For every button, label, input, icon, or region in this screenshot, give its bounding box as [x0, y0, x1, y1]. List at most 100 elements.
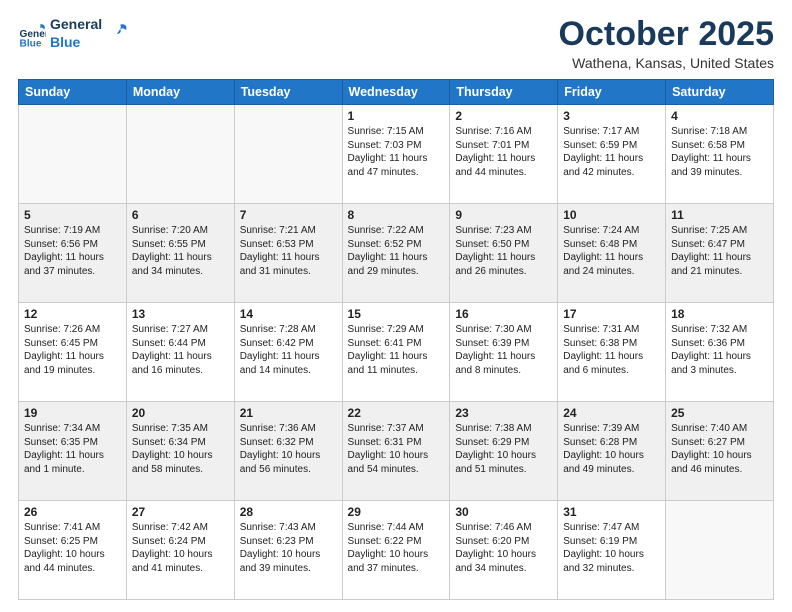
logo-icon: General Blue	[18, 20, 46, 48]
calendar-table: Sunday Monday Tuesday Wednesday Thursday…	[18, 79, 774, 600]
table-row: 25Sunrise: 7:40 AM Sunset: 6:27 PM Dayli…	[666, 402, 774, 501]
table-row: 22 Sunrise: 7:37 AM Sunset: 6:31 PM Dayli…	[342, 402, 450, 501]
day-info: Sunrise: 7:39 AM Sunset: 6:28 PM Dayligh…	[563, 422, 660, 476]
month-title: October 2025	[559, 16, 774, 53]
table-row: 14 Sunrise: 7:28 AM Sunset: 6:42 PM Dayli…	[234, 303, 342, 402]
table-row: 19 Sunrise: 7:34 AM Sunset: 6:35 PM Dayli…	[19, 402, 127, 501]
day-number: 21	[240, 406, 337, 420]
logo: General Blue General Blue	[18, 16, 130, 51]
day-number: 17	[563, 307, 660, 321]
day-info: Sunrise: 7:31 AM Sunset: 6:38 PM Dayligh…	[563, 323, 660, 377]
table-row: 1 Sunrise: 7:15 AM Sunset: 7:03 PM Daylig…	[342, 105, 450, 204]
day-number: 29	[348, 505, 445, 519]
day-number: 12	[24, 307, 121, 321]
table-row: 31 Sunrise: 7:47 AM Sunset: 6:19 PM Dayli…	[558, 501, 666, 600]
day-number: 24	[563, 406, 660, 420]
table-row: 29 Sunrise: 7:44 AM Sunset: 6:22 PM Dayli…	[342, 501, 450, 600]
day-info: Sunrise: 7:23 AM Sunset: 6:50 PM Dayligh…	[455, 224, 552, 278]
day-number: 2	[455, 109, 552, 123]
day-number: 27	[132, 505, 229, 519]
day-number: 16	[455, 307, 552, 321]
day-info: Sunrise: 7:21 AM Sunset: 6:53 PM Dayligh…	[240, 224, 337, 278]
table-row	[19, 105, 127, 204]
day-info: Sunrise: 7:18 AM Sunset: 6:58 PM Dayligh…	[671, 125, 768, 179]
calendar-header-row: Sunday Monday Tuesday Wednesday Thursday…	[19, 80, 774, 105]
page: General Blue General Blue October 2025 W…	[0, 0, 792, 612]
day-info: Sunrise: 7:37 AM Sunset: 6:31 PM Dayligh…	[348, 422, 445, 476]
day-number: 1	[348, 109, 445, 123]
svg-text:Blue: Blue	[20, 38, 42, 48]
table-row: 23 Sunrise: 7:38 AM Sunset: 6:29 PM Dayli…	[450, 402, 558, 501]
day-info: Sunrise: 7:41 AM Sunset: 6:25 PM Dayligh…	[24, 521, 121, 575]
table-row: 4Sunrise: 7:18 AM Sunset: 6:58 PM Daylig…	[666, 105, 774, 204]
day-info: Sunrise: 7:35 AM Sunset: 6:34 PM Dayligh…	[132, 422, 229, 476]
table-row: 12 Sunrise: 7:26 AM Sunset: 6:45 PM Dayli…	[19, 303, 127, 402]
title-block: October 2025 Wathena, Kansas, United Sta…	[559, 16, 774, 71]
day-info: Sunrise: 7:28 AM Sunset: 6:42 PM Dayligh…	[240, 323, 337, 377]
table-row: 5 Sunrise: 7:19 AM Sunset: 6:56 PM Daylig…	[19, 204, 127, 303]
day-number: 30	[455, 505, 552, 519]
day-info: Sunrise: 7:20 AM Sunset: 6:55 PM Dayligh…	[132, 224, 229, 278]
day-number: 14	[240, 307, 337, 321]
day-info: Sunrise: 7:38 AM Sunset: 6:29 PM Dayligh…	[455, 422, 552, 476]
logo-blue: Blue	[50, 34, 102, 52]
table-row: 7 Sunrise: 7:21 AM Sunset: 6:53 PM Daylig…	[234, 204, 342, 303]
day-info: Sunrise: 7:47 AM Sunset: 6:19 PM Dayligh…	[563, 521, 660, 575]
col-tuesday: Tuesday	[234, 80, 342, 105]
col-saturday: Saturday	[666, 80, 774, 105]
logo-general: General	[50, 16, 102, 34]
day-number: 15	[348, 307, 445, 321]
day-number: 20	[132, 406, 229, 420]
day-number: 8	[348, 208, 445, 222]
col-friday: Friday	[558, 80, 666, 105]
table-row: 6 Sunrise: 7:20 AM Sunset: 6:55 PM Daylig…	[126, 204, 234, 303]
day-info: Sunrise: 7:30 AM Sunset: 6:39 PM Dayligh…	[455, 323, 552, 377]
day-number: 18	[671, 307, 768, 321]
table-row: 18Sunrise: 7:32 AM Sunset: 6:36 PM Dayli…	[666, 303, 774, 402]
table-row: 8 Sunrise: 7:22 AM Sunset: 6:52 PM Daylig…	[342, 204, 450, 303]
day-info: Sunrise: 7:22 AM Sunset: 6:52 PM Dayligh…	[348, 224, 445, 278]
table-row: 9 Sunrise: 7:23 AM Sunset: 6:50 PM Daylig…	[450, 204, 558, 303]
day-number: 5	[24, 208, 121, 222]
bird-icon	[106, 23, 130, 45]
day-info: Sunrise: 7:42 AM Sunset: 6:24 PM Dayligh…	[132, 521, 229, 575]
table-row	[126, 105, 234, 204]
day-number: 7	[240, 208, 337, 222]
day-number: 6	[132, 208, 229, 222]
day-info: Sunrise: 7:46 AM Sunset: 6:20 PM Dayligh…	[455, 521, 552, 575]
col-monday: Monday	[126, 80, 234, 105]
day-info: Sunrise: 7:16 AM Sunset: 7:01 PM Dayligh…	[455, 125, 552, 179]
day-info: Sunrise: 7:34 AM Sunset: 6:35 PM Dayligh…	[24, 422, 121, 476]
day-number: 23	[455, 406, 552, 420]
table-row: 28Sunrise: 7:43 AM Sunset: 6:23 PM Dayli…	[234, 501, 342, 600]
table-row: 11 Sunrise: 7:25 AM Sunset: 6:47 PM Dayli…	[666, 204, 774, 303]
day-number: 10	[563, 208, 660, 222]
day-info: Sunrise: 7:15 AM Sunset: 7:03 PM Dayligh…	[348, 125, 445, 179]
day-info: Sunrise: 7:17 AM Sunset: 6:59 PM Dayligh…	[563, 125, 660, 179]
day-info: Sunrise: 7:26 AM Sunset: 6:45 PM Dayligh…	[24, 323, 121, 377]
day-number: 19	[24, 406, 121, 420]
day-number: 9	[455, 208, 552, 222]
table-row: 30 Sunrise: 7:46 AM Sunset: 6:20 PM Dayli…	[450, 501, 558, 600]
col-thursday: Thursday	[450, 80, 558, 105]
day-info: Sunrise: 7:40 AM Sunset: 6:27 PM Dayligh…	[671, 422, 768, 476]
table-row	[666, 501, 774, 600]
location: Wathena, Kansas, United States	[559, 55, 774, 71]
day-info: Sunrise: 7:24 AM Sunset: 6:48 PM Dayligh…	[563, 224, 660, 278]
table-row: 13Sunrise: 7:27 AM Sunset: 6:44 PM Dayli…	[126, 303, 234, 402]
table-row: 20 Sunrise: 7:35 AM Sunset: 6:34 PM Dayli…	[126, 402, 234, 501]
table-row: 24 Sunrise: 7:39 AM Sunset: 6:28 PM Dayli…	[558, 402, 666, 501]
day-info: Sunrise: 7:19 AM Sunset: 6:56 PM Dayligh…	[24, 224, 121, 278]
day-number: 11	[671, 208, 768, 222]
table-row: 27 Sunrise: 7:42 AM Sunset: 6:24 PM Dayli…	[126, 501, 234, 600]
day-number: 28	[240, 505, 337, 519]
day-info: Sunrise: 7:44 AM Sunset: 6:22 PM Dayligh…	[348, 521, 445, 575]
header: General Blue General Blue October 2025 W…	[18, 16, 774, 71]
table-row: 16 Sunrise: 7:30 AM Sunset: 6:39 PM Dayli…	[450, 303, 558, 402]
table-row: 10 Sunrise: 7:24 AM Sunset: 6:48 PM Dayli…	[558, 204, 666, 303]
col-wednesday: Wednesday	[342, 80, 450, 105]
day-number: 31	[563, 505, 660, 519]
day-number: 26	[24, 505, 121, 519]
day-info: Sunrise: 7:25 AM Sunset: 6:47 PM Dayligh…	[671, 224, 768, 278]
day-number: 22	[348, 406, 445, 420]
